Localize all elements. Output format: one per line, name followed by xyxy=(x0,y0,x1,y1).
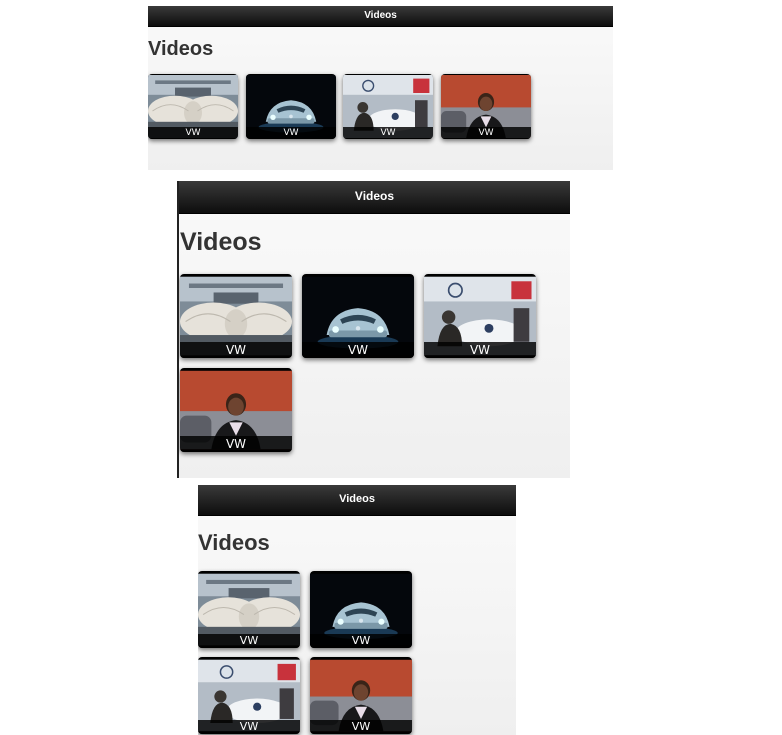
video-caption: VW xyxy=(180,342,292,358)
video-thumbnail[interactable]: VW xyxy=(246,74,336,139)
video-caption: VW xyxy=(148,127,238,139)
page-title: Videos xyxy=(148,38,214,60)
video-thumbnail[interactable]: VW xyxy=(343,74,433,139)
video-caption: VW xyxy=(302,342,414,358)
video-caption: VW xyxy=(180,436,292,452)
video-caption: VW xyxy=(310,634,412,648)
video-thumbnail[interactable]: VW xyxy=(441,74,531,139)
video-thumbnail[interactable]: VW xyxy=(180,368,292,452)
video-caption: VW xyxy=(441,127,531,139)
videos-page-narrow: Videos Videos VW VW VW VW xyxy=(198,485,516,735)
page-title: Videos xyxy=(198,530,270,555)
header-bar-title: Videos xyxy=(148,6,613,27)
video-caption: VW xyxy=(424,342,536,358)
video-thumbnail[interactable]: VW xyxy=(148,74,238,139)
videos-page-medium: Videos Videos VW VW VW VW xyxy=(177,181,570,478)
video-thumbnail[interactable]: VW xyxy=(310,571,412,648)
video-caption: VW xyxy=(198,634,300,648)
video-thumbnail[interactable]: VW xyxy=(424,274,536,358)
videos-page-wide: Videos Videos VW VW VW VW xyxy=(148,6,613,170)
header-bar-title: Videos xyxy=(198,485,516,516)
video-caption: VW xyxy=(310,720,412,734)
video-caption: VW xyxy=(198,720,300,734)
video-thumbnail[interactable]: VW xyxy=(180,274,292,358)
video-caption: VW xyxy=(343,127,433,139)
page-title: Videos xyxy=(180,228,262,256)
video-thumbnail[interactable]: VW xyxy=(198,571,300,648)
video-caption: VW xyxy=(246,127,336,139)
header-bar-title: Videos xyxy=(179,181,570,214)
video-thumbnail[interactable]: VW xyxy=(310,657,412,734)
video-thumbnail[interactable]: VW xyxy=(198,657,300,734)
video-thumbnail[interactable]: VW xyxy=(302,274,414,358)
